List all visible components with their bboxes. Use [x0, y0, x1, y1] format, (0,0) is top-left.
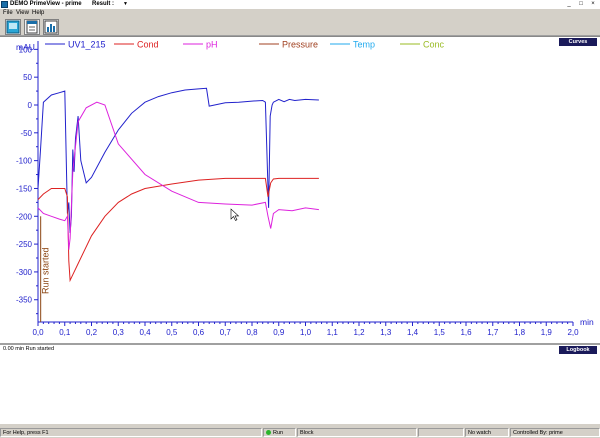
curves-pane: 100 50 0 -50 -100 -150 -200 -250 -300 -350 0,0 0,1 0… — [0, 36, 600, 343]
run-started-label: Run started — [41, 247, 51, 294]
y-tick-label: -350 — [16, 296, 33, 305]
y-tick-label: -300 — [16, 268, 33, 277]
maximize-button[interactable]: □ — [577, 1, 585, 8]
chart-view-button[interactable] — [5, 19, 21, 35]
result-label: Result : — [92, 1, 115, 7]
series-line-ph[interactable] — [37, 101, 319, 250]
legend-label-conc: Conc — [423, 40, 445, 50]
log-entry: 0.00 min Run started — [3, 346, 55, 352]
x-tick-label: 0,7 — [220, 328, 232, 337]
title-bar[interactable]: DEMO PrimeView - prime Result : ▼ _ □ × — [0, 0, 600, 9]
x-tick-label: 1,3 — [380, 328, 392, 337]
logbook-button[interactable]: Logbook — [559, 346, 597, 354]
prime-view-window: DEMO PrimeView - prime Result : ▼ _ □ × … — [0, 0, 600, 438]
window-title: DEMO PrimeView - prime — [10, 1, 82, 7]
chart-view-icon — [6, 20, 20, 34]
status-run: Run — [263, 428, 296, 437]
y-tick-label: -200 — [16, 212, 33, 221]
run-log-icon — [26, 20, 38, 34]
logbook-pane: 0.00 min Run started Logbook — [0, 345, 600, 424]
x-tick-label: 0,2 — [86, 328, 98, 337]
x-tick-label: 0,4 — [139, 328, 151, 337]
menu-file[interactable]: File — [3, 9, 13, 18]
status-help: For Help, press F1 — [0, 428, 262, 437]
status-controlled-by: Controlled By: prime — [510, 428, 600, 437]
y-tick-label: -250 — [16, 240, 33, 249]
menu-bar: File View Help — [0, 9, 600, 18]
x-tick-label: 0,5 — [166, 328, 178, 337]
x-tick-label: 1,7 — [487, 328, 499, 337]
x-tick-label: 1,5 — [434, 328, 446, 337]
curves-button[interactable]: Curves — [559, 38, 597, 46]
x-tick-label: 0,9 — [273, 328, 285, 337]
close-button[interactable]: × — [589, 1, 597, 8]
legend-label-temp: Temp — [353, 40, 375, 50]
x-tick-label: 1,1 — [327, 328, 339, 337]
chromatogram-chart[interactable]: 100500-50-100-150-200-250-300-3500,0 0,1 0… — [0, 37, 600, 344]
status-watch: No watch — [465, 428, 509, 437]
legend-label-cond: Cond — [137, 40, 159, 50]
x-tick-label: 0,0 — [32, 328, 44, 337]
y-axis-label: mAU — [16, 42, 35, 52]
run-log-button[interactable] — [24, 19, 40, 35]
x-tick-label: 1,2 — [353, 328, 365, 337]
status-run-label: Run — [273, 430, 284, 436]
y-tick-label: -100 — [16, 157, 33, 166]
x-tick-label: 0,6 — [193, 328, 205, 337]
minimize-button[interactable]: _ — [565, 1, 573, 8]
x-tick-label: 0,8 — [246, 328, 258, 337]
x-tick-label: 0,3 — [113, 328, 125, 337]
evaluation-icon — [44, 20, 58, 34]
status-empty — [418, 428, 464, 437]
y-tick-label: 50 — [23, 73, 32, 82]
x-tick-label: 1,4 — [407, 328, 419, 337]
y-tick-label: 0 — [28, 101, 33, 110]
evaluation-button[interactable] — [43, 19, 59, 35]
y-tick-label: -50 — [20, 129, 32, 138]
menu-help[interactable]: Help — [32, 9, 44, 18]
legend-label-ph: pH — [206, 40, 218, 50]
x-tick-label: 1,8 — [514, 328, 526, 337]
result-dropdown-icon[interactable]: ▼ — [123, 0, 128, 9]
status-bar: For Help, press F1 Run Block No watch Co… — [0, 427, 600, 438]
run-indicator-icon — [266, 430, 271, 435]
x-tick-label: 2,0 — [567, 328, 579, 337]
legend-label-uv: UV1_215 — [68, 40, 106, 50]
x-axis-label: min — [580, 317, 594, 327]
toolbar — [0, 18, 600, 36]
legend-label-pressure: Pressure — [282, 40, 318, 50]
status-block: Block — [297, 428, 417, 437]
x-tick-label: 0,1 — [59, 328, 71, 337]
app-icon — [1, 1, 8, 8]
x-tick-label: 1,0 — [300, 328, 312, 337]
menu-view[interactable]: View — [16, 9, 29, 18]
x-tick-label: 1,9 — [541, 328, 553, 337]
x-tick-label: 1,6 — [460, 328, 472, 337]
mouse-cursor-icon — [230, 208, 240, 221]
y-tick-label: -150 — [16, 184, 33, 193]
